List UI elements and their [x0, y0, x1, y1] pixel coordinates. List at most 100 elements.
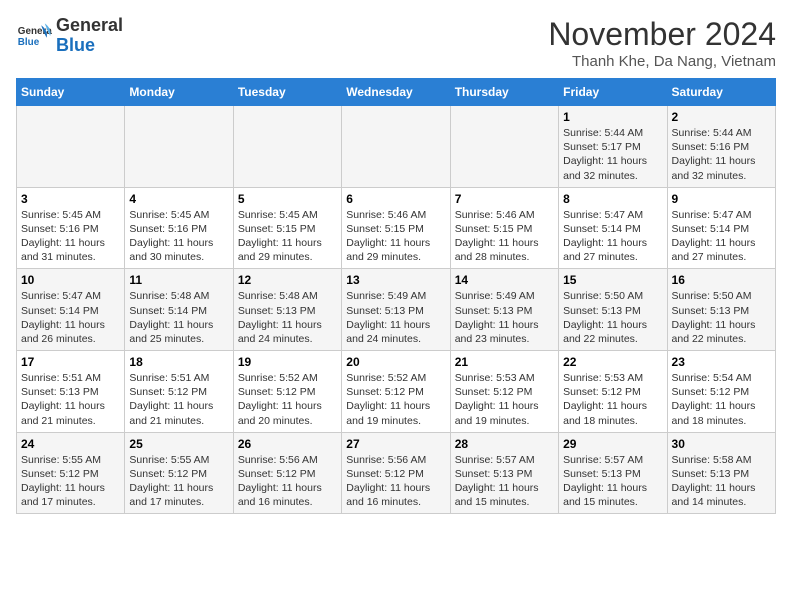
day-number: 7: [455, 192, 554, 206]
weekday-header-row: SundayMondayTuesdayWednesdayThursdayFrid…: [17, 79, 776, 106]
calendar-cell: 29 Sunrise: 5:57 AMSunset: 5:13 PMDayligh…: [559, 432, 667, 514]
day-info: Sunrise: 5:58 AMSunset: 5:13 PMDaylight:…: [672, 453, 771, 510]
day-number: 20: [346, 355, 445, 369]
logo-blue-text: Blue: [56, 35, 95, 55]
day-number: 2: [672, 110, 771, 124]
calendar-cell: 14Sunrise: 5:49 AMSunset: 5:13 PMDayligh…: [450, 269, 558, 351]
weekday-header-monday: Monday: [125, 79, 233, 106]
weekday-header-friday: Friday: [559, 79, 667, 106]
calendar-cell: 10 Sunrise: 5:47 AMSunset: 5:14 PMDayligh…: [17, 269, 125, 351]
day-number: 3: [21, 192, 120, 206]
day-info: Sunrise: 5:47 AMSunset: 5:14 PMDaylight:…: [21, 289, 120, 346]
calendar-cell: 5 Sunrise: 5:45 AMSunset: 5:15 PMDaylight…: [233, 187, 341, 269]
day-info: Sunrise: 5:48 AMSunset: 5:13 PMDaylight:…: [238, 289, 337, 346]
day-info: Sunrise: 5:48 AMSunset: 5:14 PMDaylight:…: [129, 289, 228, 346]
day-number: 29: [563, 437, 662, 451]
day-number: 16: [672, 273, 771, 287]
day-info: Sunrise: 5:45 AMSunset: 5:16 PMDaylight:…: [21, 208, 120, 265]
calendar-cell: 26Sunrise: 5:56 AMSunset: 5:12 PMDayligh…: [233, 432, 341, 514]
day-info: Sunrise: 5:49 AMSunset: 5:13 PMDaylight:…: [346, 289, 445, 346]
calendar-week-4: 17 Sunrise: 5:51 AMSunset: 5:13 PMDayligh…: [17, 351, 776, 433]
calendar-cell: [342, 106, 450, 188]
day-info: Sunrise: 5:47 AMSunset: 5:14 PMDaylight:…: [563, 208, 662, 265]
calendar-cell: 27 Sunrise: 5:56 AMSunset: 5:12 PMDayligh…: [342, 432, 450, 514]
calendar-cell: 21 Sunrise: 5:53 AMSunset: 5:12 PMDayligh…: [450, 351, 558, 433]
day-number: 4: [129, 192, 228, 206]
calendar-cell: 11Sunrise: 5:48 AMSunset: 5:14 PMDayligh…: [125, 269, 233, 351]
weekday-header-thursday: Thursday: [450, 79, 558, 106]
day-number: 21: [455, 355, 554, 369]
day-number: 23: [672, 355, 771, 369]
calendar-cell: [450, 106, 558, 188]
day-number: 28: [455, 437, 554, 451]
calendar-cell: 17 Sunrise: 5:51 AMSunset: 5:13 PMDayligh…: [17, 351, 125, 433]
calendar-week-3: 10 Sunrise: 5:47 AMSunset: 5:14 PMDayligh…: [17, 269, 776, 351]
calendar-cell: 6 Sunrise: 5:46 AMSunset: 5:15 PMDaylight…: [342, 187, 450, 269]
day-number: 10: [21, 273, 120, 287]
day-number: 8: [563, 192, 662, 206]
logo-icon: General Blue: [16, 18, 52, 54]
day-info: Sunrise: 5:56 AMSunset: 5:12 PMDaylight:…: [346, 453, 445, 510]
weekday-header-tuesday: Tuesday: [233, 79, 341, 106]
calendar-cell: [233, 106, 341, 188]
day-number: 6: [346, 192, 445, 206]
calendar-cell: 30 Sunrise: 5:58 AMSunset: 5:13 PMDayligh…: [667, 432, 775, 514]
day-info: Sunrise: 5:44 AMSunset: 5:17 PMDaylight:…: [563, 126, 662, 183]
day-info: Sunrise: 5:50 AMSunset: 5:13 PMDaylight:…: [672, 289, 771, 346]
day-info: Sunrise: 5:55 AMSunset: 5:12 PMDaylight:…: [21, 453, 120, 510]
day-info: Sunrise: 5:51 AMSunset: 5:13 PMDaylight:…: [21, 371, 120, 428]
calendar-cell: 28 Sunrise: 5:57 AMSunset: 5:13 PMDayligh…: [450, 432, 558, 514]
weekday-header-wednesday: Wednesday: [342, 79, 450, 106]
calendar-cell: 2Sunrise: 5:44 AMSunset: 5:16 PMDaylight…: [667, 106, 775, 188]
calendar-week-2: 3 Sunrise: 5:45 AMSunset: 5:16 PMDaylight…: [17, 187, 776, 269]
calendar-week-1: 1Sunrise: 5:44 AMSunset: 5:17 PMDaylight…: [17, 106, 776, 188]
day-number: 12: [238, 273, 337, 287]
calendar-cell: 1Sunrise: 5:44 AMSunset: 5:17 PMDaylight…: [559, 106, 667, 188]
weekday-header-saturday: Saturday: [667, 79, 775, 106]
calendar-cell: [125, 106, 233, 188]
day-number: 17: [21, 355, 120, 369]
calendar-cell: 16 Sunrise: 5:50 AMSunset: 5:13 PMDayligh…: [667, 269, 775, 351]
day-number: 5: [238, 192, 337, 206]
day-number: 19: [238, 355, 337, 369]
day-number: 27: [346, 437, 445, 451]
calendar-cell: 22 Sunrise: 5:53 AMSunset: 5:12 PMDayligh…: [559, 351, 667, 433]
location: Thanh Khe, Da Nang, Vietnam: [548, 53, 776, 70]
day-info: Sunrise: 5:45 AMSunset: 5:16 PMDaylight:…: [129, 208, 228, 265]
calendar-week-5: 24 Sunrise: 5:55 AMSunset: 5:12 PMDayligh…: [17, 432, 776, 514]
day-number: 18: [129, 355, 228, 369]
day-info: Sunrise: 5:57 AMSunset: 5:13 PMDaylight:…: [455, 453, 554, 510]
calendar-body: 1Sunrise: 5:44 AMSunset: 5:17 PMDaylight…: [17, 106, 776, 514]
weekday-header-sunday: Sunday: [17, 79, 125, 106]
calendar-cell: 8 Sunrise: 5:47 AMSunset: 5:14 PMDaylight…: [559, 187, 667, 269]
day-info: Sunrise: 5:46 AMSunset: 5:15 PMDaylight:…: [455, 208, 554, 265]
calendar-cell: 3 Sunrise: 5:45 AMSunset: 5:16 PMDaylight…: [17, 187, 125, 269]
calendar-cell: 23 Sunrise: 5:54 AMSunset: 5:12 PMDayligh…: [667, 351, 775, 433]
calendar-cell: 25Sunrise: 5:55 AMSunset: 5:12 PMDayligh…: [125, 432, 233, 514]
day-info: Sunrise: 5:53 AMSunset: 5:12 PMDaylight:…: [455, 371, 554, 428]
calendar-cell: 7 Sunrise: 5:46 AMSunset: 5:15 PMDaylight…: [450, 187, 558, 269]
day-number: 24: [21, 437, 120, 451]
day-number: 14: [455, 273, 554, 287]
title-block: November 2024 Thanh Khe, Da Nang, Vietna…: [548, 16, 776, 70]
calendar-cell: 4 Sunrise: 5:45 AMSunset: 5:16 PMDaylight…: [125, 187, 233, 269]
day-number: 30: [672, 437, 771, 451]
day-info: Sunrise: 5:53 AMSunset: 5:12 PMDaylight:…: [563, 371, 662, 428]
calendar-cell: 20 Sunrise: 5:52 AMSunset: 5:12 PMDayligh…: [342, 351, 450, 433]
day-number: 9: [672, 192, 771, 206]
day-info: Sunrise: 5:55 AMSunset: 5:12 PMDaylight:…: [129, 453, 228, 510]
day-info: Sunrise: 5:52 AMSunset: 5:12 PMDaylight:…: [238, 371, 337, 428]
calendar-cell: 15Sunrise: 5:50 AMSunset: 5:13 PMDayligh…: [559, 269, 667, 351]
day-info: Sunrise: 5:45 AMSunset: 5:15 PMDaylight:…: [238, 208, 337, 265]
month-title: November 2024: [548, 16, 776, 53]
calendar-header: SundayMondayTuesdayWednesdayThursdayFrid…: [17, 79, 776, 106]
day-info: Sunrise: 5:57 AMSunset: 5:13 PMDaylight:…: [563, 453, 662, 510]
calendar-cell: [17, 106, 125, 188]
day-info: Sunrise: 5:46 AMSunset: 5:15 PMDaylight:…: [346, 208, 445, 265]
day-info: Sunrise: 5:54 AMSunset: 5:12 PMDaylight:…: [672, 371, 771, 428]
day-number: 22: [563, 355, 662, 369]
day-info: Sunrise: 5:52 AMSunset: 5:12 PMDaylight:…: [346, 371, 445, 428]
logo: General Blue General Blue: [16, 16, 123, 56]
day-info: Sunrise: 5:51 AMSunset: 5:12 PMDaylight:…: [129, 371, 228, 428]
calendar-cell: 24 Sunrise: 5:55 AMSunset: 5:12 PMDayligh…: [17, 432, 125, 514]
